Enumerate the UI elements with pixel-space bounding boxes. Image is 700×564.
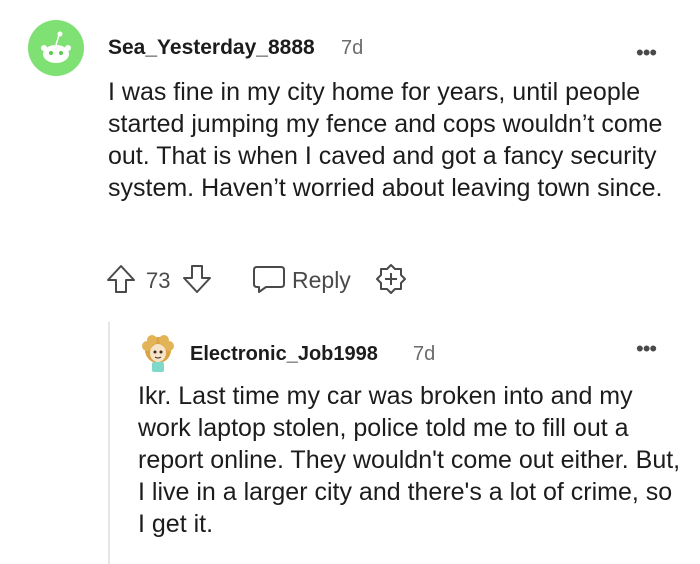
- avatar[interactable]: [138, 334, 178, 374]
- reply-label: Reply: [292, 267, 351, 293]
- downvote-icon[interactable]: [180, 262, 214, 296]
- comment-body: I was fine in my city home for years, un…: [108, 78, 663, 202]
- timestamp: 7d: [341, 37, 364, 59]
- vote-score: 73: [146, 268, 171, 293]
- username[interactable]: Sea_Yesterday_8888: [108, 36, 315, 60]
- upvote-icon[interactable]: [104, 262, 138, 296]
- comment-body: Ikr. Last time my car was broken into an…: [138, 382, 681, 538]
- username[interactable]: Electronic_Job1998: [190, 343, 378, 366]
- avatar[interactable]: [28, 20, 84, 76]
- chat-bubble-icon: [253, 266, 285, 293]
- more-options-icon[interactable]: •••: [636, 40, 657, 66]
- timestamp: 7d: [413, 343, 436, 365]
- thread-line[interactable]: [108, 322, 110, 564]
- award-icon[interactable]: [374, 262, 408, 296]
- reply-button[interactable]: Reply: [252, 260, 362, 298]
- comment-actions: 73 Reply: [104, 260, 424, 300]
- more-options-icon[interactable]: •••: [636, 336, 657, 362]
